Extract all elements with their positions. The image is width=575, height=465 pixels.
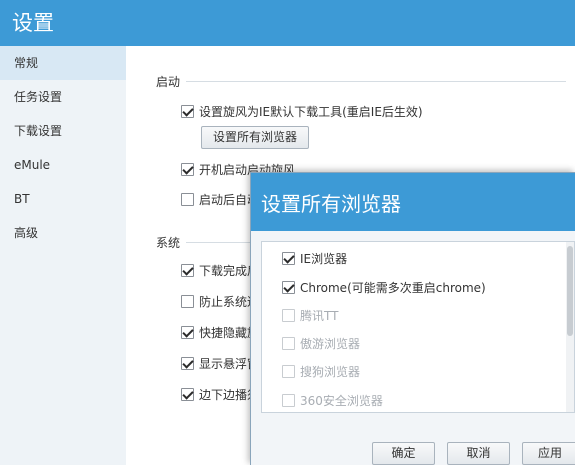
sidebar-item-task-settings[interactable]: 任务设置 bbox=[0, 80, 126, 114]
sidebar-item-advanced[interactable]: 高级 bbox=[0, 216, 126, 250]
download-complete-checkbox[interactable] bbox=[181, 263, 194, 277]
system-option-floating-window[interactable]: 显示悬浮窗 bbox=[181, 354, 259, 372]
set-all-browsers-dialog: 设置所有浏览器 IE浏览器 Chrome(可能需多次重启chrome) 腾讯TT… bbox=[250, 172, 575, 465]
list-scrollbar[interactable] bbox=[566, 242, 574, 412]
browser-label: IE浏览器 bbox=[300, 251, 348, 266]
browser-item-360: 360安全浏览器 bbox=[282, 391, 383, 409]
ie-checkbox[interactable] bbox=[282, 251, 295, 265]
sidebar-item-emule[interactable]: eMule bbox=[0, 148, 126, 182]
browser-item-sogou: 搜狗浏览器 bbox=[282, 362, 360, 380]
dialog-header: 设置所有浏览器 bbox=[251, 173, 575, 231]
browser-label: 360安全浏览器 bbox=[300, 393, 383, 408]
floating-window-checkbox[interactable] bbox=[181, 356, 194, 370]
browser-item-tt: 腾讯TT bbox=[282, 306, 338, 324]
360-checkbox bbox=[282, 393, 295, 407]
browser-label: 傲游浏览器 bbox=[300, 336, 361, 351]
start-after-checkbox[interactable] bbox=[181, 192, 194, 206]
startup-section-title: 启动 bbox=[156, 75, 181, 89]
maxthon-checkbox bbox=[282, 336, 295, 350]
section-divider bbox=[186, 242, 256, 243]
apply-button[interactable]: 应用 bbox=[522, 442, 575, 465]
sidebar-item-bt[interactable]: BT bbox=[0, 182, 126, 216]
title-bar: 设置 bbox=[0, 0, 575, 46]
window-title: 设置 bbox=[12, 11, 54, 35]
cancel-button[interactable]: 取消 bbox=[447, 442, 510, 465]
settings-sidebar: 常规 任务设置 下载设置 eMule BT 高级 bbox=[0, 46, 126, 465]
chrome-checkbox[interactable] bbox=[282, 280, 295, 294]
system-section-title: 系统 bbox=[156, 236, 181, 250]
browser-item-chrome[interactable]: Chrome(可能需多次重启chrome) bbox=[282, 278, 486, 296]
dialog-title: 设置所有浏览器 bbox=[261, 192, 401, 216]
browser-item-maxthon: 傲游浏览器 bbox=[282, 334, 360, 352]
browser-label: Chrome(可能需多次重启chrome) bbox=[300, 280, 486, 295]
system-option-play-while-download[interactable]: 边下边播须 bbox=[181, 385, 259, 403]
sidebar-item-general[interactable]: 常规 bbox=[0, 46, 126, 80]
start-after-option[interactable]: 启动后自动 bbox=[181, 190, 259, 208]
set-default-label: 设置旋风为IE默认下载工具(重启IE后生效) bbox=[199, 104, 423, 119]
section-divider bbox=[186, 81, 566, 82]
system-option-download-complete[interactable]: 下载完成后 bbox=[181, 261, 259, 279]
autostart-checkbox[interactable] bbox=[181, 162, 194, 176]
scrollbar-thumb[interactable] bbox=[567, 246, 573, 336]
set-all-browsers-button[interactable]: 设置所有浏览器 bbox=[201, 126, 309, 149]
browser-list: IE浏览器 Chrome(可能需多次重启chrome) 腾讯TT 傲游浏览器 搜… bbox=[261, 241, 575, 413]
sidebar-item-download-settings[interactable]: 下载设置 bbox=[0, 114, 126, 148]
ok-button[interactable]: 确定 bbox=[372, 442, 435, 465]
play-while-download-checkbox[interactable] bbox=[181, 387, 194, 401]
browser-label: 搜狗浏览器 bbox=[300, 364, 361, 379]
tt-checkbox bbox=[282, 308, 295, 322]
prevent-sleep-checkbox[interactable] bbox=[181, 294, 194, 308]
browser-item-ie[interactable]: IE浏览器 bbox=[282, 249, 347, 267]
browser-label: 腾讯TT bbox=[300, 308, 339, 323]
sogou-checkbox bbox=[282, 364, 295, 378]
set-default-checkbox[interactable] bbox=[181, 104, 194, 118]
quick-hide-checkbox[interactable] bbox=[181, 325, 194, 339]
system-option-quick-hide[interactable]: 快捷隐藏旋 bbox=[181, 323, 259, 341]
set-default-download-option[interactable]: 设置旋风为IE默认下载工具(重启IE后生效) bbox=[181, 102, 423, 120]
system-option-prevent-sleep[interactable]: 防止系统进 bbox=[181, 292, 259, 310]
